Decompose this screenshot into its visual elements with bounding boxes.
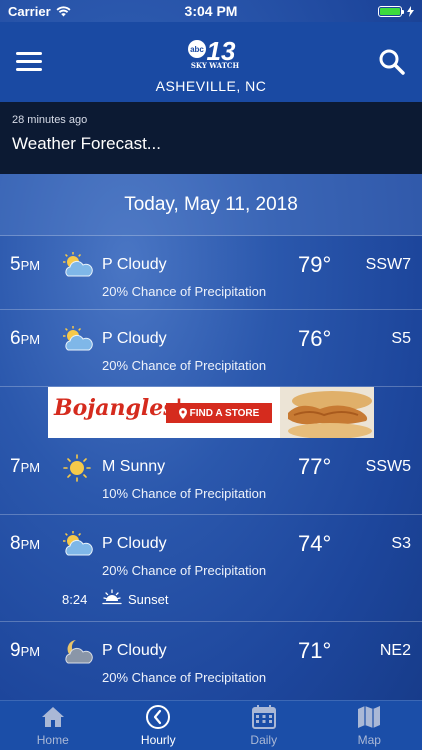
temperature-label: 77°: [298, 454, 332, 479]
hourly-row[interactable]: 5PM P Cloudy 79° SSW7 20% Chance of Prec…: [0, 236, 422, 310]
map-icon: [358, 706, 381, 728]
sunset-label: Sunset: [128, 592, 169, 607]
ad-brand-logo: Bojangles': [54, 395, 183, 421]
hour-label: 5PM: [10, 254, 41, 275]
temperature-label: 74°: [298, 531, 332, 556]
precip-label: 20% Chance of Precipitation: [102, 670, 267, 685]
wind-label: NE2: [379, 642, 411, 659]
forecast-alert-banner[interactable]: 28 minutes ago Weather Forecast...: [0, 102, 422, 174]
hour-label: 7PM: [10, 456, 41, 477]
hourly-row[interactable]: 7PM M Sunny 77° SSW5 10% Chance of Preci…: [0, 438, 422, 515]
hourly-row[interactable]: 8PM P Cloudy 74° S3 20% Chance of Precip…: [0, 515, 422, 622]
precip-label: 20% Chance of Precipitation: [102, 563, 267, 578]
temperature-label: 79°: [298, 252, 332, 277]
sunset-time: 8:24: [62, 592, 88, 607]
partly-cloudy-icon: [63, 531, 93, 556]
menu-button[interactable]: [16, 52, 42, 72]
partly-cloudy-icon: [63, 326, 93, 351]
wind-label: SSW5: [365, 458, 411, 475]
hour-label: 9PM: [10, 640, 41, 661]
temperature-label: 76°: [298, 326, 332, 351]
condition-label: P Cloudy: [102, 330, 167, 347]
wind-label: S5: [391, 330, 411, 347]
city-label: ASHEVILLE, NC: [155, 78, 267, 94]
station-logo: abc 13 SKY WATCH: [188, 36, 240, 70]
precip-label: 20% Chance of Precipitation: [102, 358, 267, 373]
battery-icon: [378, 5, 404, 17]
svg-text:abc: abc: [190, 45, 204, 54]
wind-label: SSW7: [365, 256, 411, 273]
tab-map[interactable]: Map: [317, 701, 422, 750]
biscuit-sandwich-image: [280, 387, 374, 438]
find-store-button[interactable]: FIND A STORE: [166, 403, 272, 423]
svg-text:SKY WATCH: SKY WATCH: [191, 61, 240, 70]
bojangles-ad-banner[interactable]: Bojangles' FIND A STORE: [48, 387, 374, 438]
search-icon[interactable]: [378, 48, 406, 76]
tab-home[interactable]: Home: [0, 701, 106, 750]
hourly-row[interactable]: 6PM P Cloudy 76° S5 20% Chance of Precip…: [0, 310, 422, 387]
alert-time: 28 minutes ago: [12, 114, 88, 126]
precip-label: 10% Chance of Precipitation: [102, 486, 267, 501]
hourly-row[interactable]: 9PM P Cloudy 71° NE2 20% Chance of Preci…: [0, 622, 422, 700]
alert-title: Weather Forecast...: [12, 134, 161, 153]
partly-cloudy-icon: [63, 252, 93, 277]
location-pin-icon: [178, 407, 187, 419]
wind-label: S3: [391, 535, 411, 552]
status-bar: Carrier 3:04 PM: [0, 0, 422, 22]
tab-daily[interactable]: Daily: [211, 701, 317, 750]
date-header: Today, May 11, 2018: [0, 174, 422, 236]
condition-label: M Sunny: [102, 458, 166, 475]
bottom-tab-bar: Home Hourly Daily Map: [0, 700, 422, 750]
app-header: abc 13 SKY WATCH ASHEVILLE, NC: [0, 22, 422, 102]
condition-label: P Cloudy: [102, 256, 167, 273]
sunset-icon: [102, 589, 122, 605]
calendar-icon: [251, 705, 276, 729]
hour-label: 8PM: [10, 533, 41, 554]
hour-label: 6PM: [10, 328, 41, 349]
clock-icon: [146, 705, 171, 729]
temperature-label: 71°: [298, 638, 332, 663]
partly-cloudy-night-icon: [65, 640, 93, 664]
precip-label: 20% Chance of Precipitation: [102, 284, 267, 299]
condition-label: P Cloudy: [102, 642, 167, 659]
tab-hourly[interactable]: Hourly: [106, 701, 212, 750]
status-time: 3:04 PM: [184, 3, 238, 19]
sunny-icon: [63, 454, 91, 482]
home-icon: [41, 707, 64, 727]
condition-label: P Cloudy: [102, 535, 167, 552]
